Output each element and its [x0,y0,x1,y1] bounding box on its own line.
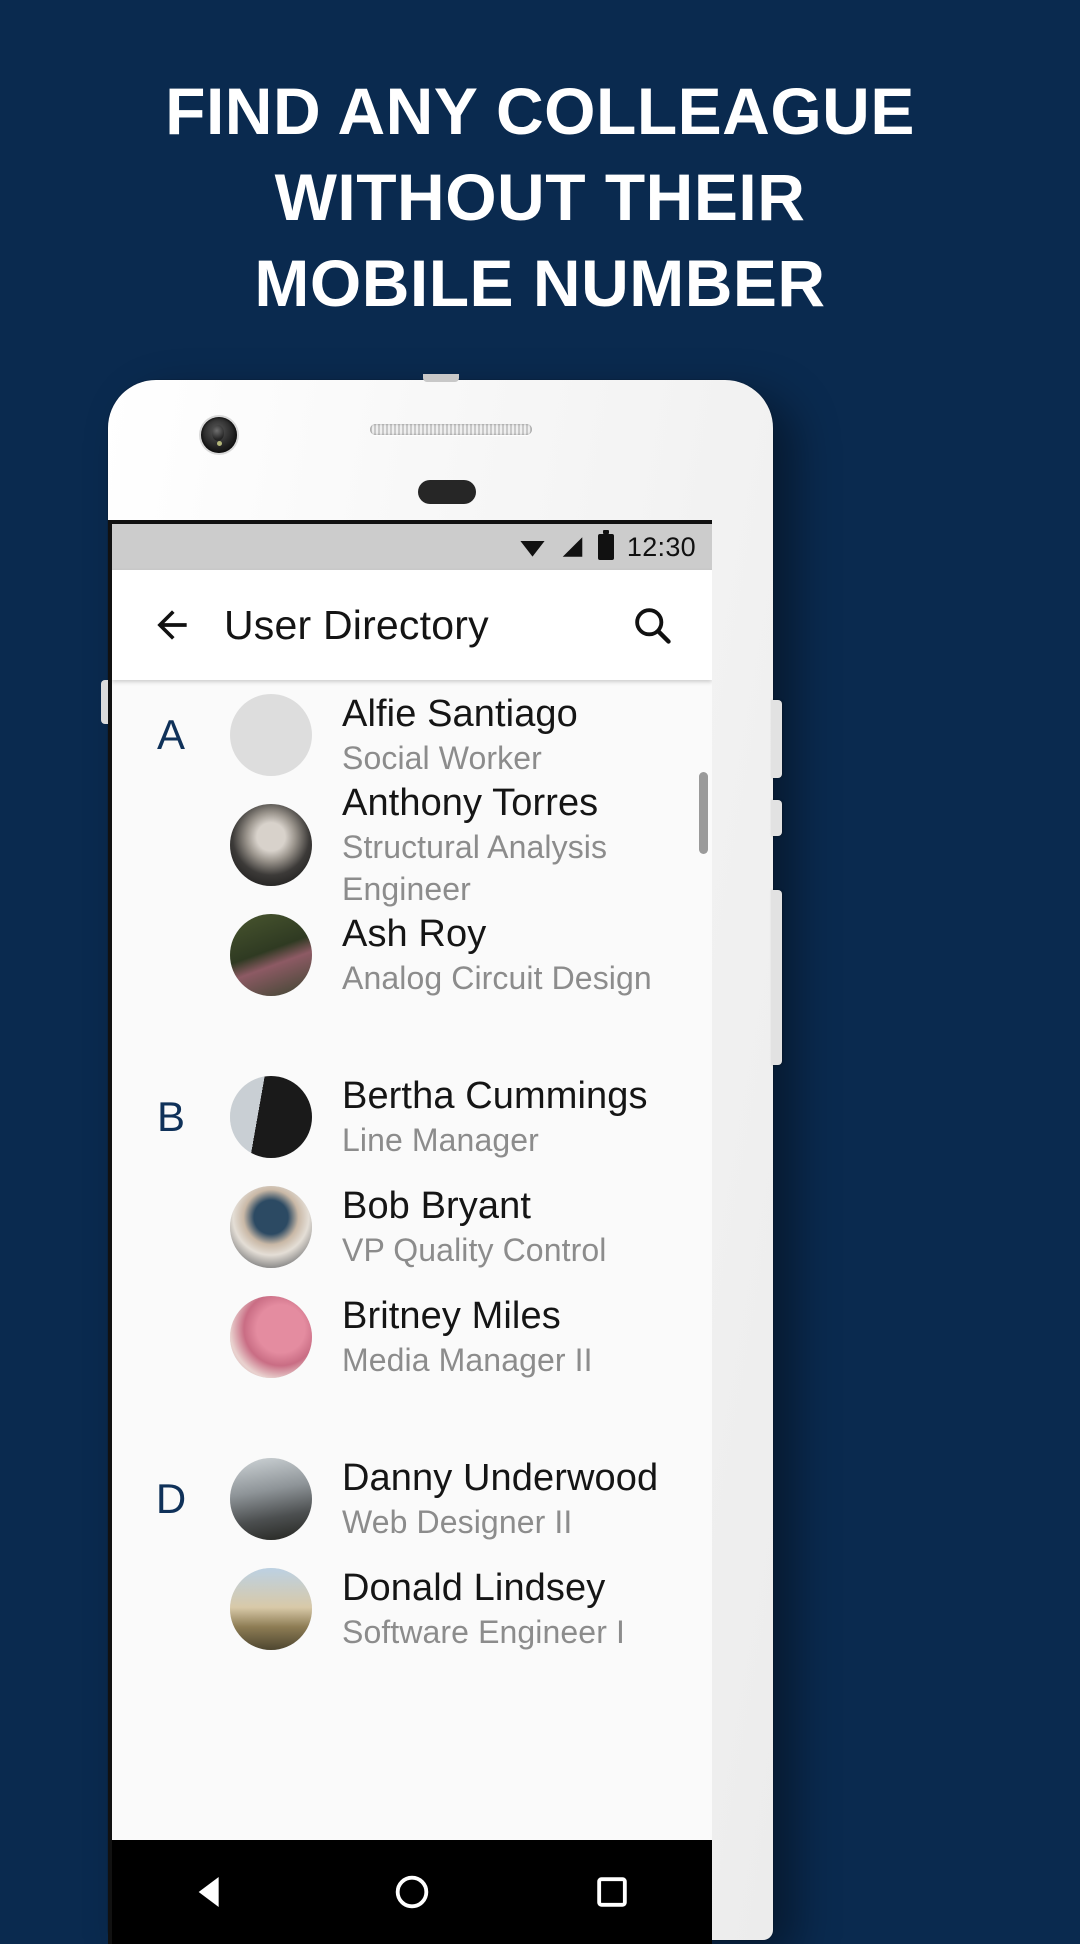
phone-screen: 12:30 User Directory A Alfie Santiago Soci… [108,520,712,1944]
avatar-image [230,1458,312,1540]
camera-lens-dot [217,441,222,446]
list-item[interactable]: Donald Lindsey Software Engineer I [230,1554,712,1664]
headline-line-1: FIND ANY COLLEAGUE [165,74,915,148]
front-camera-icon [201,417,237,453]
contact-name: Bertha Cummings [342,1075,648,1117]
wifi-icon [520,540,545,557]
contact-role: Software Engineer I [342,1614,625,1650]
contact-role: Analog Circuit Design [342,960,652,996]
earpiece-speaker [370,424,532,435]
list-item[interactable]: Britney Miles Media Manager II [230,1282,712,1392]
avatar-image [230,804,312,886]
avatar [230,1186,312,1268]
page-title: User Directory [224,601,489,648]
app-bar: User Directory [112,570,712,680]
status-bar-icons: 12:30 [518,530,696,563]
contact-name: Anthony Torres [342,782,599,824]
contact-role: Structural Analysis Engineer [342,829,608,907]
promo-headline: FIND ANY COLLEAGUE WITHOUT THEIR MOBILE … [0,68,1080,326]
list-item-text: Bob Bryant VP Quality Control [342,1183,606,1271]
list-item[interactable]: Anthony Torres Structural Analysis Engine… [230,782,712,907]
contact-role: Social Worker [342,740,542,776]
avatar [230,694,312,776]
section-rows: Alfie Santiago Social Worker Anthony Torre… [230,680,712,1010]
avatar-image [230,1568,312,1650]
cellular-signal-icon [562,537,583,557]
contact-name: Bob Bryant [342,1185,531,1227]
list-item-text: Danny Underwood Web Designer II [342,1455,658,1543]
phone-volume-up-button[interactable] [771,800,782,836]
headline-line-2: WITHOUT THEIR [274,160,806,234]
contact-role: Line Manager [342,1122,539,1158]
list-item[interactable]: Bertha Cummings Line Manager [230,1062,712,1172]
directory-list[interactable]: A Alfie Santiago Social Worker Anthony Torr… [112,680,712,1944]
list-item[interactable]: Ash Roy Analog Circuit Design [230,900,712,1010]
section-rows: Danny Underwood Web Designer II Donald Lin… [230,1444,712,1664]
directory-section: A Alfie Santiago Social Worker Anthony Torr… [112,680,712,1010]
list-scrollbar-track[interactable] [699,680,708,1944]
list-item-text: Bertha Cummings Line Manager [342,1073,648,1161]
avatar-image [230,1296,312,1378]
avatar [230,1458,312,1540]
status-bar-time: 12:30 [626,531,696,562]
contact-name: Ash Roy [342,913,487,955]
contact-role: Media Manager II [342,1342,593,1378]
nav-home-circle-icon[interactable] [392,1872,432,1912]
section-rows: Bertha Cummings Line Manager Bob Bryant VP … [230,1062,712,1392]
contact-role: Web Designer II [342,1504,573,1540]
avatar [230,1296,312,1378]
headline-line-3: MOBILE NUMBER [254,246,826,320]
phone-power-button[interactable] [771,700,782,778]
section-letter: D [155,1475,187,1522]
avatar [230,914,312,996]
directory-section: B Bertha Cummings Line Manager Bob Bryant VP… [112,1062,712,1392]
avatar [230,804,312,886]
directory-sections: A Alfie Santiago Social Worker Anthony Torr… [112,680,712,1664]
status-bar: 12:30 [112,524,712,570]
search-icon[interactable] [630,603,674,647]
phone-mockup: 12:30 User Directory A Alfie Santiago Soci… [101,374,782,1944]
phone-body: 12:30 User Directory A Alfie Santiago Soci… [101,374,782,1944]
phone-top-notch [422,374,459,382]
contact-name: Alfie Santiago [342,693,578,735]
android-navigation-bar [112,1840,712,1944]
contact-name: Danny Underwood [342,1457,659,1499]
avatar [230,1076,312,1158]
back-arrow-icon[interactable] [150,603,194,647]
section-letter: B [156,1093,185,1140]
list-scrollbar-thumb[interactable] [699,772,708,854]
list-item-text: Donald Lindsey Software Engineer I [342,1565,625,1653]
list-item[interactable]: Alfie Santiago Social Worker [230,680,712,790]
list-item-text: Britney Miles Media Manager II [342,1293,593,1381]
section-letter: A [156,711,185,758]
list-item-text: Anthony Torres Structural Analysis Engine… [342,780,712,910]
avatar-image [230,914,312,996]
directory-section: D Danny Underwood Web Designer II Donald Li… [112,1444,712,1664]
contact-role: VP Quality Control [342,1232,607,1268]
contact-name: Britney Miles [342,1295,561,1337]
sensor-pill [418,480,476,504]
avatar-image [230,1076,312,1158]
contact-name: Donald Lindsey [342,1567,606,1609]
list-item-text: Ash Roy Analog Circuit Design [342,911,652,999]
avatar-image [230,1186,312,1268]
avatar [230,1568,312,1650]
list-item-text: Alfie Santiago Social Worker [342,691,578,779]
battery-icon [597,530,614,560]
nav-back-triangle-icon[interactable] [192,1872,232,1912]
avatar-image [230,694,312,776]
nav-recents-square-icon[interactable] [592,1872,632,1912]
phone-volume-down-button[interactable] [771,890,782,1065]
list-item[interactable]: Bob Bryant VP Quality Control [230,1172,712,1282]
list-item[interactable]: Danny Underwood Web Designer II [230,1444,712,1554]
